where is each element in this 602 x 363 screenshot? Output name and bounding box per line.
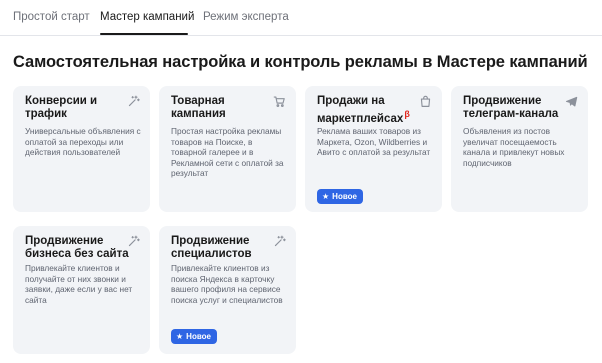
telegram-icon (565, 95, 578, 108)
card-title: Продажи на маркетплейсахβ (317, 95, 421, 126)
new-badge[interactable]: ★ Новое (171, 329, 217, 344)
card-title: Продвижение телеграм-канала (463, 95, 559, 120)
card-marketplace-sales[interactable]: Продажи на маркетплейсахβ Реклама ваших … (305, 86, 442, 212)
beta-label: β (404, 109, 410, 119)
badge-label: Новое (332, 192, 357, 201)
tab-bar: Простой старт Мастер кампаний Режим эксп… (0, 0, 602, 36)
card-description: Универсальные объявления с оплатой за пе… (25, 126, 141, 158)
shopping-bag-icon (419, 95, 432, 108)
star-icon: ★ (176, 331, 184, 341)
card-description: Привлекайте клиентов и получайте от них … (25, 263, 133, 305)
magic-wand-icon (127, 235, 140, 248)
card-description: Простая настройка рекламы товаров на Пои… (171, 126, 284, 179)
badge-label: Новое (186, 332, 211, 341)
card-title-text: Продажи на маркетплейсах (317, 95, 404, 125)
new-badge[interactable]: ★ Новое (317, 189, 363, 204)
card-title: Конверсии и трафик (25, 95, 98, 120)
tab-simple-start[interactable]: Простой старт (13, 11, 90, 23)
star-icon: ★ (322, 191, 330, 201)
tab-expert-mode[interactable]: Режим эксперта (203, 11, 289, 23)
card-conversions-traffic[interactable]: Конверсии и трафик Универсальные объявле… (13, 86, 150, 212)
page-title: Самостоятельная настройка и контроль рек… (13, 53, 588, 71)
card-telegram-promotion[interactable]: Продвижение телеграм-канала Объявления и… (451, 86, 588, 212)
magic-wand-icon (127, 95, 140, 108)
magic-wand-icon (273, 235, 286, 248)
card-title: Продвижение бизнеса без сайта (25, 235, 129, 260)
active-tab-indicator (100, 33, 188, 35)
card-specialists-promotion[interactable]: Продвижение специалистов Привлекайте кли… (159, 226, 296, 354)
tab-campaign-master[interactable]: Мастер кампаний (100, 11, 194, 23)
cart-icon (273, 95, 286, 108)
card-title: Товарная кампания (171, 95, 226, 120)
card-description: Объявления из постов увеличат посещаемос… (463, 126, 565, 168)
card-title: Продвижение специалистов (171, 235, 252, 260)
card-description: Реклама ваших товаров из Маркета, Ozon, … (317, 126, 431, 158)
card-description: Привлекайте клиентов из поиска Яндекса в… (171, 263, 283, 305)
card-product-campaign[interactable]: Товарная кампания Простая настройка рекл… (159, 86, 296, 212)
card-business-without-site[interactable]: Продвижение бизнеса без сайта Привлекайт… (13, 226, 150, 354)
